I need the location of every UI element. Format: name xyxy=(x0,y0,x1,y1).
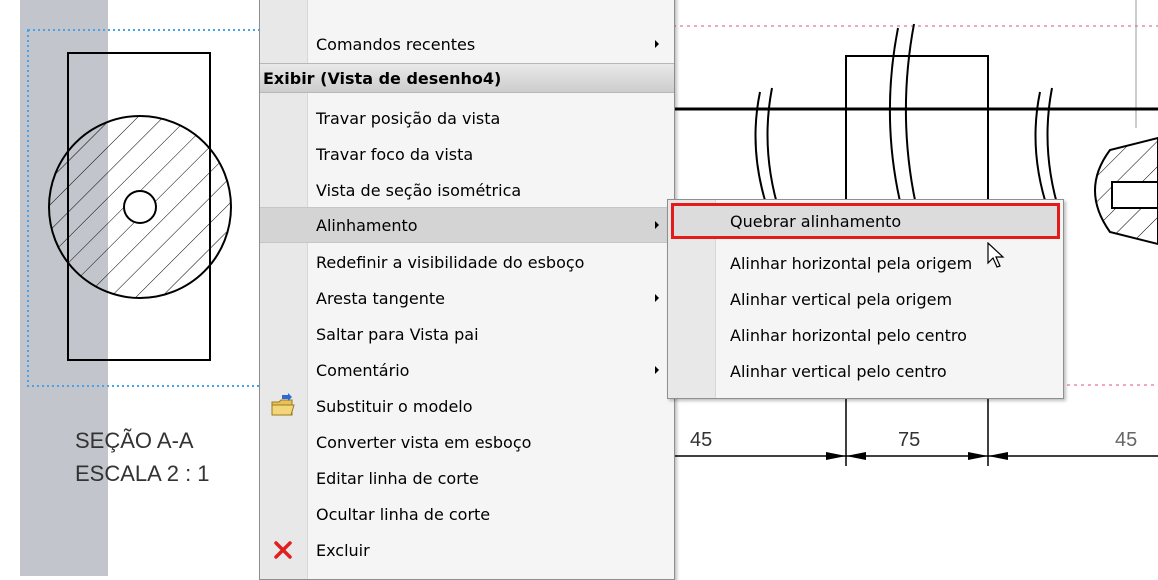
menu-item-comandos-recentes[interactable]: Comandos recentes xyxy=(260,27,674,63)
menu-section-header: Exibir (Vista de desenho4) xyxy=(260,63,674,93)
folder-swap-icon xyxy=(271,393,295,416)
mouse-cursor-icon xyxy=(987,242,1005,268)
menu-item-editar-linha-corte[interactable]: Editar linha de corte xyxy=(260,461,674,497)
menu-item-converter-vista[interactable]: Converter vista em esboço xyxy=(260,425,674,461)
menu-item-redefinir-visibilidade[interactable]: Redefinir a visibilidade do esboço xyxy=(260,245,674,281)
menu-item-saltar-vista-pai[interactable]: Saltar para Vista pai xyxy=(260,317,674,353)
menu-item-comentario[interactable]: Comentário xyxy=(260,353,674,389)
chevron-right-icon xyxy=(655,366,659,374)
section-center-hole xyxy=(123,190,157,224)
dim-arrow-1 xyxy=(826,452,846,460)
context-menu: Comandos recentes Exibir (Vista de desen… xyxy=(259,0,675,580)
submenu-item-quebrar-alinhamento[interactable]: Quebrar alinhamento xyxy=(671,203,1060,239)
chevron-right-icon xyxy=(655,294,659,302)
chevron-right-icon xyxy=(655,221,659,229)
menu-item-travar-foco[interactable]: Travar foco da vista xyxy=(260,137,674,173)
menu-item-ocultar-linha-corte[interactable]: Ocultar linha de corte xyxy=(260,497,674,533)
section-view-shade xyxy=(20,0,108,576)
menu-item-vista-secao-isometrica[interactable]: Vista de seção isométrica xyxy=(260,173,674,209)
break-line-3 xyxy=(1034,87,1061,215)
dim-arrow-3 xyxy=(968,452,988,460)
menu-item-travar-posicao[interactable]: Travar posição da vista xyxy=(260,101,674,137)
section-label: SEÇÃO A-A xyxy=(75,428,194,453)
chevron-right-icon xyxy=(655,40,659,48)
dim-arrow-4 xyxy=(988,452,1008,460)
scale-label: ESCALA 2 : 1 xyxy=(75,461,210,486)
menu-item-excluir[interactable]: Excluir xyxy=(260,533,674,569)
alignment-submenu: Quebrar alinhamento Alinhar horizontal p… xyxy=(667,199,1064,399)
submenu-item-alinhar-vertical-centro[interactable]: Alinhar vertical pelo centro xyxy=(668,354,1063,390)
dimension-value-1: 45 xyxy=(690,429,712,451)
menu-item-alinhamento[interactable]: Alinhamento xyxy=(260,207,674,243)
menu-item-substituir-modelo[interactable]: Substituir o modelo xyxy=(260,389,674,425)
right-slot xyxy=(1111,181,1158,209)
dimension-value-3: 45 xyxy=(1115,429,1137,451)
menu-item-aresta-tangente[interactable]: Aresta tangente xyxy=(260,281,674,317)
break-line-1 xyxy=(754,87,781,215)
submenu-item-alinhar-horizontal-centro[interactable]: Alinhar horizontal pelo centro xyxy=(668,318,1063,354)
delete-x-icon xyxy=(274,541,292,559)
dim-arrow-2 xyxy=(846,452,866,460)
break-line-2 xyxy=(888,23,919,215)
dimension-value-2: 75 xyxy=(898,429,920,451)
submenu-item-alinhar-vertical-origem[interactable]: Alinhar vertical pela origem xyxy=(668,282,1063,318)
